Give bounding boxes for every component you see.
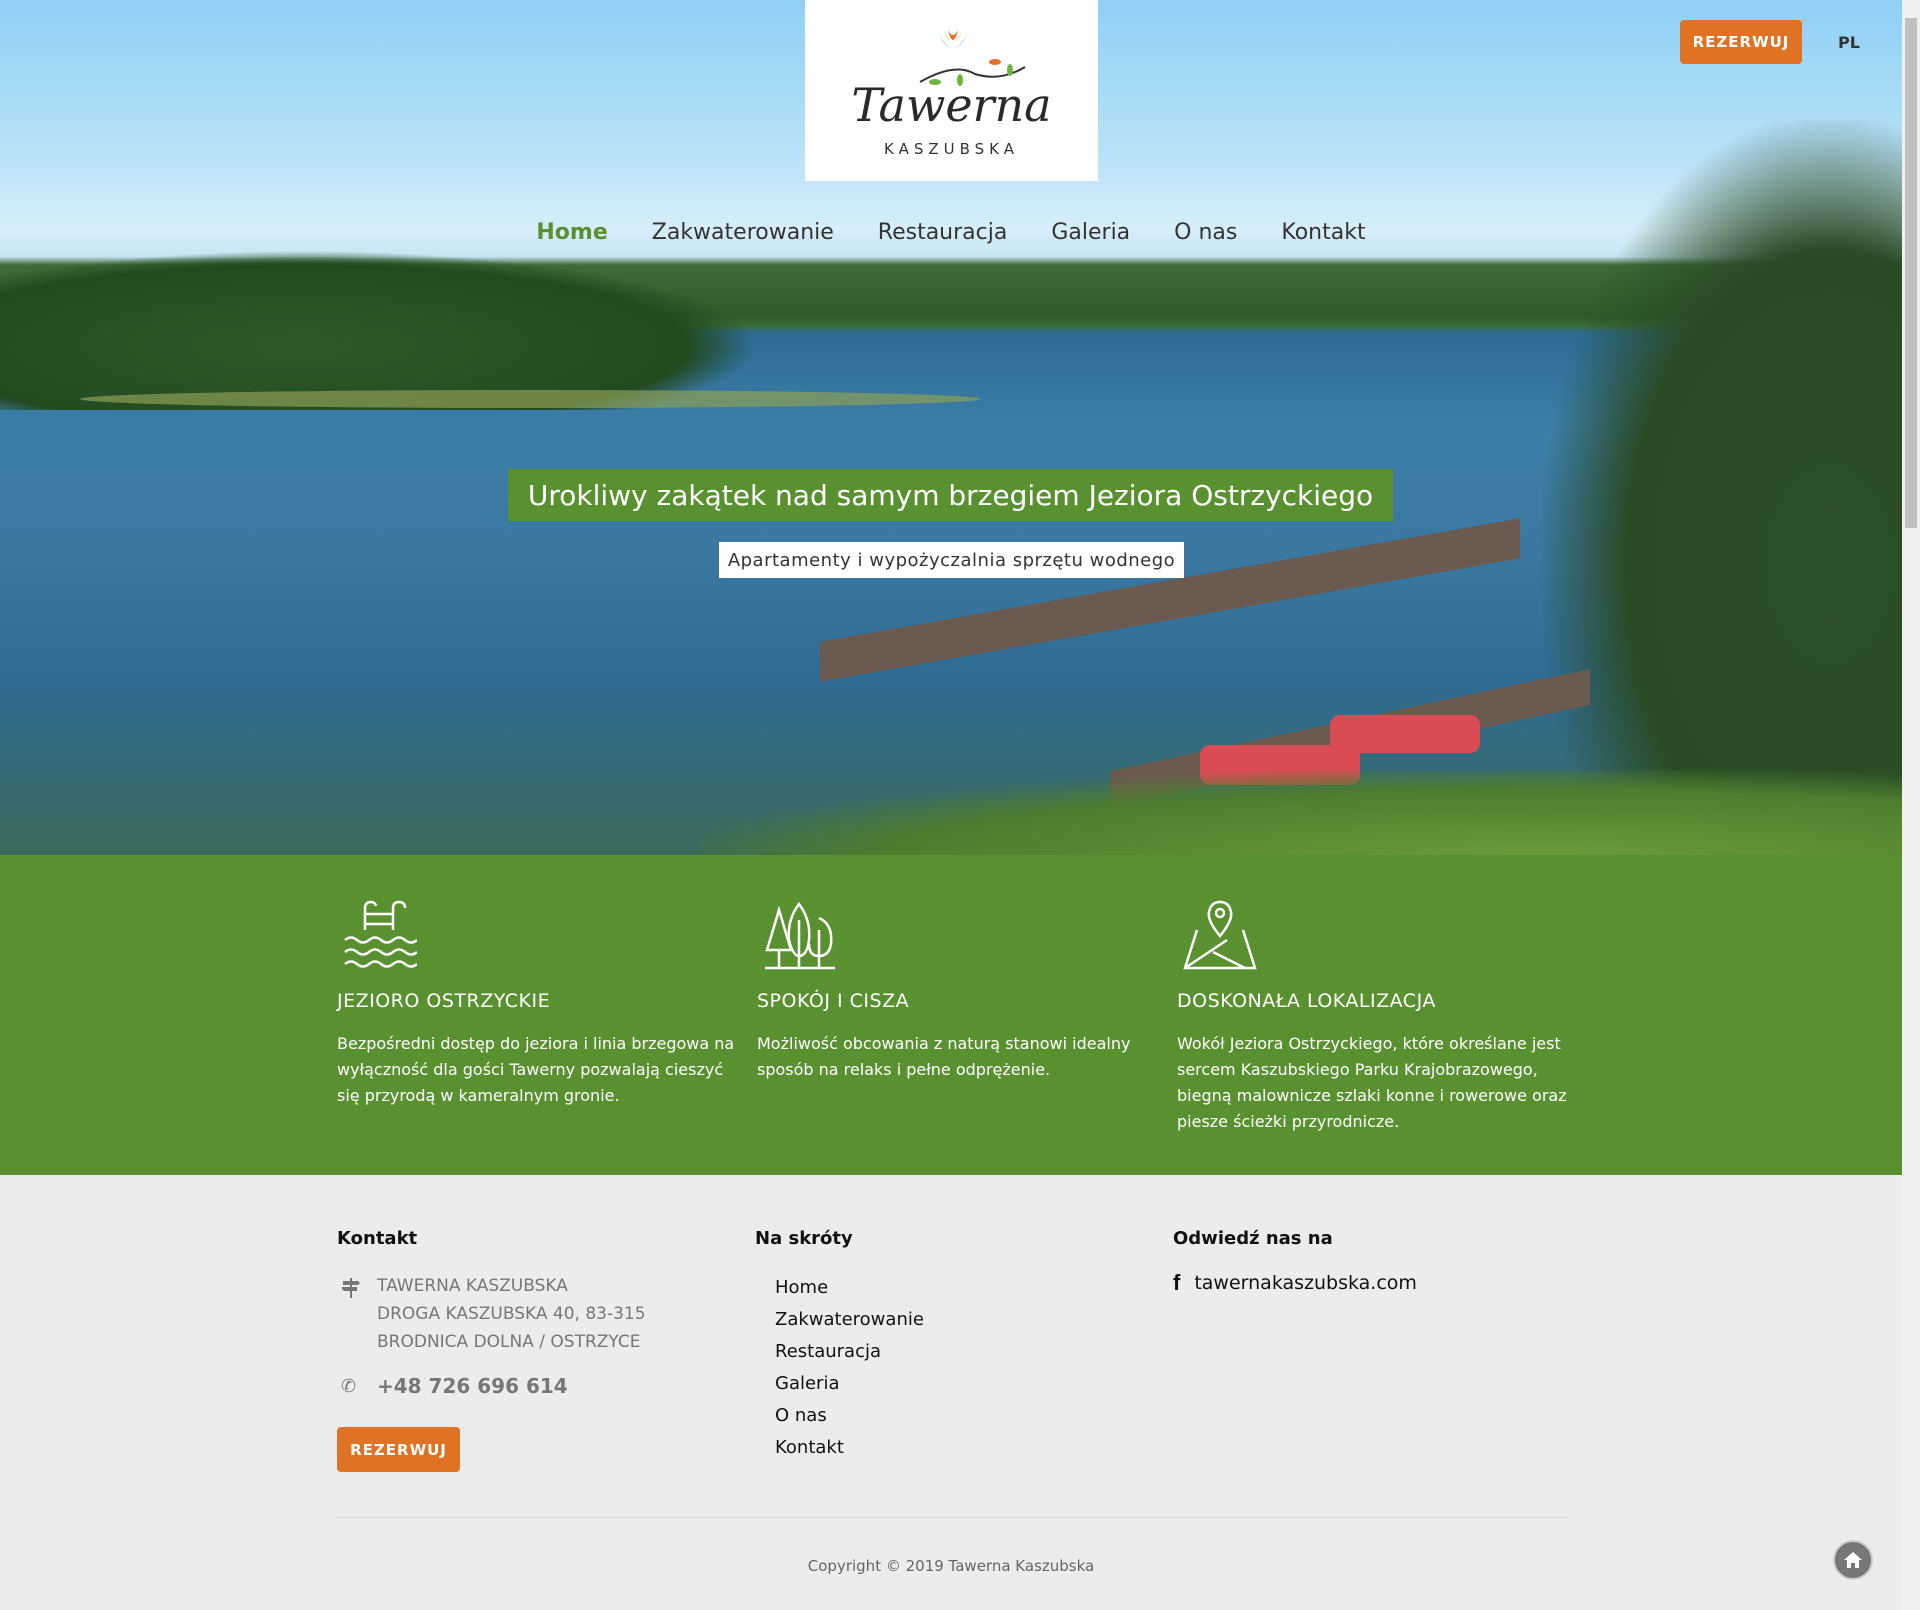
footer-address: TAWERNA KASZUBSKA DROGA KASZUBSKA 40, 83… [377,1272,646,1356]
hero-subtitle: Apartamenty i wypożyczalnia sprzętu wodn… [719,542,1184,578]
scrollbar-thumb[interactable] [1905,18,1917,528]
footer-link-galeria[interactable]: Galeria [775,1368,924,1400]
hero-forest [0,250,760,410]
scrollbar[interactable] [1902,0,1920,1610]
home-icon [1844,1552,1862,1568]
nav-restauracja[interactable]: Restauracja [878,220,1008,245]
feature-text: Wokół Jeziora Ostrzyckiego, które określ… [1177,1034,1567,1131]
copyright: Copyright © 2019 Tawerna Kaszubska [807,1557,1095,1575]
footer-link-zakwaterowanie[interactable]: Zakwaterowanie [775,1304,924,1336]
main-nav: Home Zakwaterowanie Restauracja Galeria … [0,220,1902,245]
feature-title: DOSKONAŁA LOKALIZACJA [1177,990,1436,1012]
nav-zakwaterowanie[interactable]: Zakwaterowanie [652,220,834,245]
footer-link-home[interactable]: Home [775,1272,924,1304]
language-selector[interactable]: PL [1838,33,1860,52]
footer-contact-title: Kontakt [337,1228,418,1249]
nav-galeria[interactable]: Galeria [1051,220,1130,245]
hero-headline: Urokliwy zakątek nad samym brzegiem Jezi… [508,469,1393,521]
footer-divider [337,1517,1567,1518]
address-line: DROGA KASZUBSKA 40, 83-315 [377,1304,646,1324]
back-to-top-button[interactable] [1833,1540,1873,1580]
lake-ladder-icon [344,900,417,968]
footer-link-o-nas[interactable]: O nas [775,1400,924,1432]
footer-social-title: Odwiedź nas na [1173,1228,1333,1249]
phone-icon: ✆ [341,1376,357,1397]
hero-grass [700,770,1902,855]
footer-link-kontakt[interactable]: Kontakt [775,1432,924,1464]
nav-o-nas[interactable]: O nas [1174,220,1237,245]
footer-reserve-button[interactable]: REZERWUJ [337,1427,460,1472]
logo-script: Tawerna [851,78,1052,132]
signpost-icon [342,1278,360,1298]
logo-subtitle: KASZUBSKA [884,140,1019,158]
footer-phone[interactable]: +48 726 696 614 [377,1374,568,1398]
nav-home[interactable]: Home [536,220,607,245]
footer-links: Home Zakwaterowanie Restauracja Galeria … [775,1272,924,1464]
facebook-label: tawernakaszubska.com [1194,1272,1417,1294]
hero-pedal-boat [1330,715,1480,753]
address-line: BRODNICA DOLNA / OSTRZYCE [377,1332,641,1352]
reserve-button[interactable]: REZERWUJ [1680,20,1802,64]
address-line: TAWERNA KASZUBSKA [377,1276,568,1296]
hero-shore [80,390,980,408]
trees-icon [765,901,835,970]
feature-title: SPOKÓJ I CISZA [757,990,910,1012]
footer-shortcuts-title: Na skróty [755,1228,853,1249]
features-section: JEZIORO OSTRZYCKIE Bezpośredni dostęp do… [0,855,1902,1175]
footer-link-restauracja[interactable]: Restauracja [775,1336,924,1368]
facebook-link[interactable]: f tawernakaszubska.com [1173,1270,1417,1296]
nav-kontakt[interactable]: Kontakt [1281,220,1365,245]
logo[interactable]: Tawerna KASZUBSKA [805,0,1098,181]
feature-text: Bezpośredni dostęp do jeziora i linia br… [337,1034,735,1105]
facebook-icon: f [1173,1270,1181,1295]
feature-title: JEZIORO OSTRZYCKIE [337,990,551,1012]
feature-text: Możliwość obcowania z naturą stanowi ide… [757,1034,1131,1079]
map-pin-icon [1183,900,1257,970]
